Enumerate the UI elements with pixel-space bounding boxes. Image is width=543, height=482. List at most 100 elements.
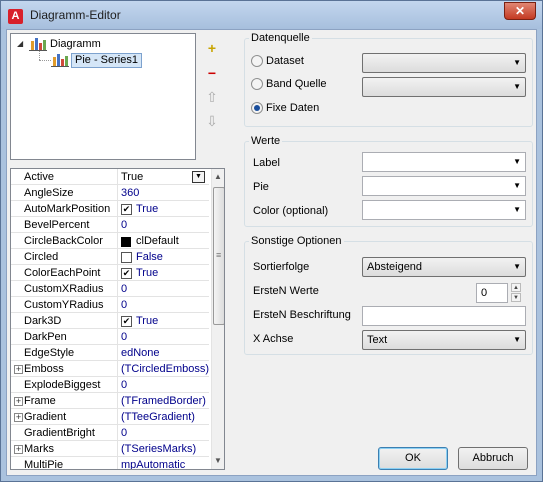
property-name: Emboss [24, 363, 64, 375]
property-row[interactable]: CircleBackColor clDefault [11, 233, 209, 249]
window-title: Diagramm-Editor [30, 8, 121, 22]
property-row[interactable]: Dark3D ✔ True [11, 313, 209, 329]
property-row[interactable]: + Marks (TSeriesMarks) [11, 441, 209, 457]
column-divider [117, 393, 118, 409]
property-row[interactable]: + Frame (TFramedBorder) [11, 393, 209, 409]
property-value[interactable]: False [136, 251, 163, 263]
ok-button[interactable]: OK [378, 447, 448, 470]
tree-item-pie-series[interactable]: Pie - Series1 [51, 52, 191, 68]
property-value[interactable]: 360 [121, 187, 139, 199]
property-name: MultiPie [24, 459, 64, 470]
arrow-up-icon: ⇧ [206, 89, 218, 105]
dataset-combo[interactable]: ▼ [362, 53, 526, 73]
property-name: CustomXRadius [24, 283, 104, 295]
property-dropdown-button[interactable]: ▼ [192, 171, 205, 183]
property-row[interactable]: CustomXRadius 0 [11, 281, 209, 297]
property-value[interactable]: True [136, 203, 158, 215]
move-down-button[interactable]: ⇩ [203, 112, 221, 130]
radio-band-quelle[interactable] [251, 78, 263, 90]
property-row[interactable]: AngleSize 360 [11, 185, 209, 201]
property-row[interactable]: + Emboss (TCircledEmboss) [11, 361, 209, 377]
property-row[interactable]: BevelPercent 0 [11, 217, 209, 233]
property-row[interactable]: Active True ▼ [11, 169, 209, 185]
chevron-down-icon: ▼ [513, 205, 521, 214]
property-value[interactable]: clDefault [136, 235, 179, 247]
property-name: ExplodeBiggest [24, 379, 101, 391]
series-tree[interactable]: ◢ Diagramm Pie - Series1 [10, 33, 196, 160]
radio-dataset[interactable] [251, 55, 263, 67]
scrollbar-thumb[interactable]: ≡ [213, 187, 224, 325]
sortierfolge-value: Absteigend [367, 261, 423, 273]
add-series-button[interactable]: + [203, 39, 221, 57]
cancel-button[interactable]: Abbruch [458, 447, 528, 470]
property-row[interactable]: ColorEachPoint ✔ True [11, 265, 209, 281]
title-bar[interactable]: A Diagramm-Editor ✕ [1, 1, 542, 29]
property-row[interactable]: + Gradient (TTeeGradient) [11, 409, 209, 425]
property-checkbox[interactable]: ✔ [121, 204, 132, 215]
property-checkbox[interactable]: ✔ [121, 316, 132, 327]
property-value[interactable]: 0 [121, 331, 127, 343]
chevron-down-icon: ▼ [513, 157, 521, 166]
property-value[interactable]: True [136, 267, 158, 279]
spin-down-button[interactable]: ▼ [511, 293, 521, 302]
property-value[interactable]: 0 [121, 379, 127, 391]
radio-dataset-label[interactable]: Dataset [266, 55, 304, 67]
close-button[interactable]: ✕ [504, 2, 536, 20]
property-checkbox[interactable]: ✔ [121, 268, 132, 279]
band-quelle-combo[interactable]: ▼ [362, 77, 526, 97]
tree-item-diagramm[interactable]: ◢ Diagramm [17, 36, 167, 52]
property-value[interactable]: (TSeriesMarks) [121, 443, 196, 455]
property-value[interactable]: 0 [121, 299, 127, 311]
column-divider [117, 217, 118, 233]
tree-line [39, 60, 51, 61]
label-combo[interactable]: ▼ [362, 152, 526, 172]
radio-fixe-daten[interactable] [251, 102, 263, 114]
property-value[interactable]: 0 [121, 427, 127, 439]
erste-n-beschriftung-input[interactable] [362, 306, 526, 326]
property-value[interactable]: True [121, 171, 143, 183]
expand-plus-icon[interactable]: + [14, 397, 23, 406]
property-row[interactable]: GradientBright 0 [11, 425, 209, 441]
expand-plus-icon[interactable]: + [14, 445, 23, 454]
property-grid-scrollbar[interactable]: ▲ ≡ ▼ [211, 169, 224, 469]
expand-plus-icon[interactable]: + [14, 365, 23, 374]
property-value[interactable]: True [136, 315, 158, 327]
property-value[interactable]: (TTeeGradient) [121, 411, 195, 423]
expand-plus-icon[interactable]: + [14, 413, 23, 422]
property-value[interactable]: (TFramedBorder) [121, 395, 206, 407]
property-row[interactable]: CustomYRadius 0 [11, 297, 209, 313]
radio-fixe-daten-label[interactable]: Fixe Daten [266, 102, 319, 114]
property-row[interactable]: DarkPen 0 [11, 329, 209, 345]
scroll-down-icon[interactable]: ▼ [214, 456, 222, 465]
column-divider [117, 185, 118, 201]
tree-expander-icon[interactable]: ◢ [17, 36, 27, 52]
sortierfolge-label: Sortierfolge [253, 261, 310, 273]
property-name: BevelPercent [24, 219, 90, 231]
property-value[interactable]: 0 [121, 283, 127, 295]
radio-band-quelle-label[interactable]: Band Quelle [266, 78, 327, 90]
property-value[interactable]: 0 [121, 219, 127, 231]
property-row[interactable]: Circled False [11, 249, 209, 265]
property-checkbox[interactable] [121, 252, 132, 263]
property-value[interactable]: mpAutomatic [121, 459, 185, 469]
pie-combo[interactable]: ▼ [362, 176, 526, 196]
move-up-button[interactable]: ⇧ [203, 88, 221, 106]
property-value[interactable]: edNone [121, 347, 160, 359]
property-row[interactable]: MultiPie mpAutomatic [11, 457, 209, 470]
pie-field-label: Pie [253, 181, 269, 193]
property-name: AutoMarkPosition [24, 203, 111, 215]
color-combo[interactable]: ▼ [362, 200, 526, 220]
property-value[interactable]: (TCircledEmboss) [121, 363, 209, 375]
column-divider [117, 201, 118, 217]
column-divider [117, 281, 118, 297]
property-row[interactable]: EdgeStyle edNone [11, 345, 209, 361]
column-divider [117, 361, 118, 377]
property-row[interactable]: AutoMarkPosition ✔ True [11, 201, 209, 217]
sortierfolge-combo[interactable]: Absteigend ▼ [362, 257, 526, 277]
scroll-up-icon[interactable]: ▲ [214, 172, 222, 181]
x-achse-combo[interactable]: Text ▼ [362, 330, 526, 350]
delete-series-button[interactable]: − [203, 64, 221, 82]
property-row[interactable]: ExplodeBiggest 0 [11, 377, 209, 393]
erste-n-werte-input[interactable]: 0 [476, 283, 508, 303]
spin-up-button[interactable]: ▲ [511, 283, 521, 292]
